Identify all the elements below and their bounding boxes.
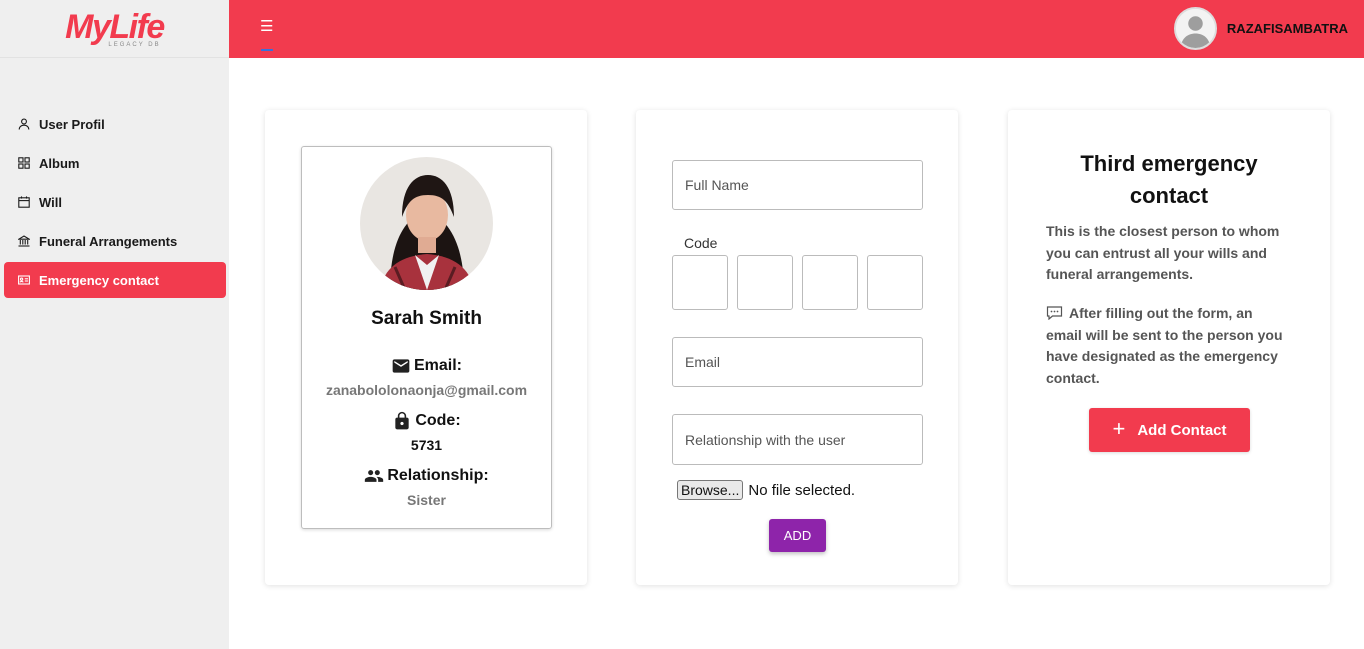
sidebar-item-label: Emergency contact (39, 272, 159, 288)
sidebar-item-label: Album (39, 155, 80, 171)
email-label-row: Email: (302, 356, 551, 376)
add-button[interactable]: ADD (769, 519, 826, 552)
logo-subtext: LEGACY DB (108, 41, 161, 48)
contact-email: zanabololonaonja@gmail.com (325, 382, 528, 398)
contact-code: 5731 (410, 437, 443, 453)
contact-name: Sarah Smith (371, 308, 482, 329)
plus-icon: + (1112, 416, 1126, 441)
code-digit-2[interactable] (737, 255, 793, 310)
sidebar-nav: User Profil Album Will Funeral Arrangeme… (4, 106, 226, 301)
info-note: After filling out the form, an email wil… (1046, 303, 1286, 389)
sidebar: MyLife LEGACY DB User Profil Album Will (0, 0, 229, 649)
sidebar-item-label: Will (39, 194, 62, 210)
info-title: Third emergency contact (1080, 151, 1258, 208)
code-digit-4[interactable] (867, 255, 923, 310)
profile-photo (360, 157, 493, 290)
code-digit-3[interactable] (802, 255, 858, 310)
code-label: Code: (415, 412, 461, 429)
add-contact-label: Add Contact (1137, 421, 1227, 439)
full-name-input[interactable] (672, 160, 923, 210)
sidebar-item-album[interactable]: Album (4, 145, 226, 181)
code-input-label: Code (684, 235, 718, 251)
logo[interactable]: MyLife LEGACY DB (65, 7, 165, 48)
sidebar-item-will[interactable]: Will (4, 184, 226, 220)
relationship-label-row: Relationship: (302, 466, 551, 486)
message-icon (1046, 306, 1063, 320)
menu-focus-indicator (261, 49, 273, 51)
file-status: No file selected. (748, 481, 856, 499)
sidebar-item-user-profil[interactable]: User Profil (4, 106, 226, 142)
hamburger-icon[interactable]: ☰ (260, 17, 274, 51)
email-input[interactable] (672, 337, 923, 387)
add-contact-button[interactable]: + Add Contact (1089, 408, 1250, 452)
grid-icon (18, 157, 30, 169)
info-description: This is the closest person to whom you c… (1046, 223, 1280, 282)
bank-icon (18, 235, 30, 247)
contact-relationship: Sister (407, 492, 446, 508)
info-card: Third emergency contact This is the clos… (1008, 110, 1330, 585)
avatar[interactable] (1173, 7, 1217, 50)
calendar-icon (18, 196, 30, 208)
email-label: Email: (413, 357, 462, 374)
profile-card: Sarah Smith Email: zanabololonaonja@gmai… (265, 110, 587, 585)
id-card-icon (18, 274, 30, 286)
logo-area: MyLife LEGACY DB (0, 0, 229, 58)
username: RAZAFISAMBATRA (1226, 21, 1348, 36)
relationship-label: Relationship: (387, 467, 489, 484)
sidebar-item-emergency-contact[interactable]: Emergency contact (4, 262, 226, 298)
info-note-text: After filling out the form, an email wil… (1046, 305, 1283, 386)
file-upload: Browse... No file selected. (677, 480, 855, 500)
sidebar-item-label: User Profil (39, 116, 105, 132)
relationship-input[interactable] (672, 414, 923, 465)
contact-form-card: Code Browse... No file selected. ADD (636, 110, 958, 585)
people-icon (365, 470, 384, 482)
browse-button[interactable]: Browse... (677, 480, 744, 500)
code-digit-1[interactable] (672, 255, 728, 310)
topbar: ☰ RAZAFISAMBATRA (229, 0, 1364, 58)
sidebar-item-funeral-arrangements[interactable]: Funeral Arrangements (4, 223, 226, 259)
user-menu[interactable]: RAZAFISAMBATRA (1173, 7, 1348, 50)
code-label-row: Code: (302, 411, 551, 431)
contact-profile: Sarah Smith Email: zanabololonaonja@gmai… (301, 146, 552, 529)
mail-icon (392, 359, 410, 373)
lock-icon (395, 411, 409, 430)
logo-text: MyLife (65, 7, 165, 46)
user-icon (18, 118, 30, 130)
sidebar-item-label: Funeral Arrangements (39, 233, 178, 249)
